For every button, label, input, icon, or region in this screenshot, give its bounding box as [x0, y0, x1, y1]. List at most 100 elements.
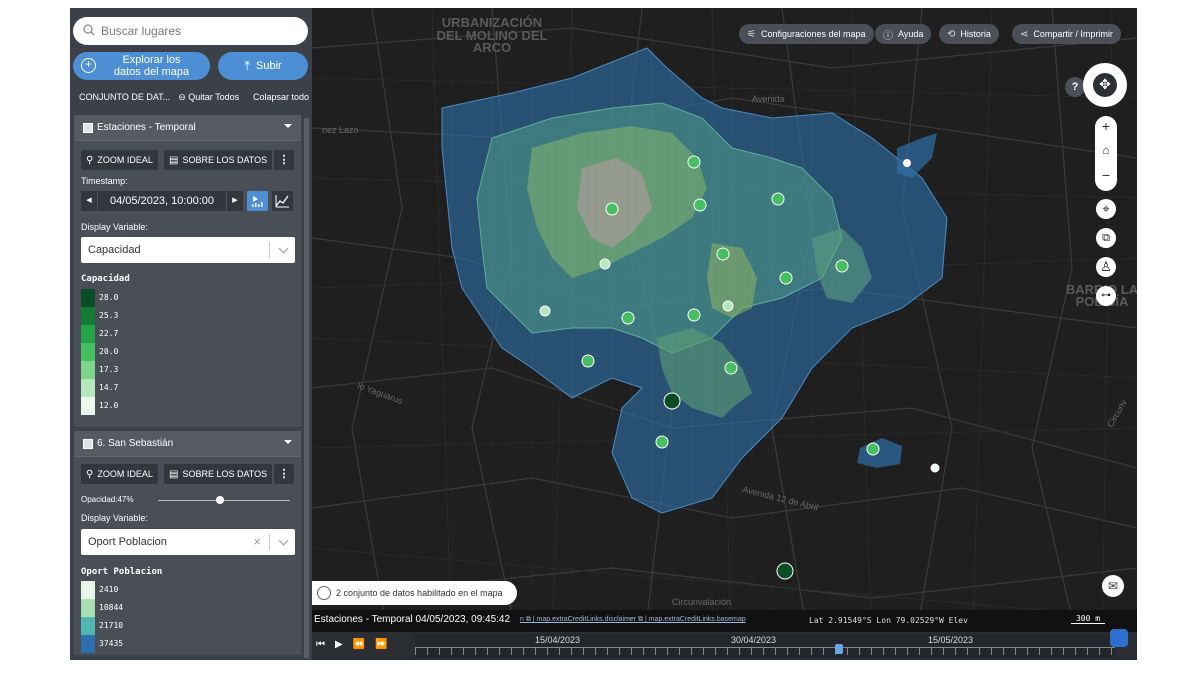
line-chart-button[interactable] — [272, 191, 293, 211]
timestamp-value[interactable]: 04/05/2023, 10:00:00 — [98, 191, 226, 211]
history-label: Historia — [960, 29, 991, 39]
map-settings-button[interactable]: ⚟ Configuraciones del mapa — [739, 24, 874, 44]
legend-item: 2410 — [81, 581, 141, 599]
station-point — [835, 259, 849, 273]
legend-label: 20.0 — [99, 347, 119, 356]
layers-icon — [317, 586, 331, 600]
home-icon[interactable]: ⌂ — [1095, 143, 1117, 157]
visibility-checkbox[interactable] — [83, 123, 93, 133]
legend-swatch — [81, 325, 95, 343]
search-icon — [83, 24, 95, 36]
legend-item: 22.7 — [81, 325, 141, 343]
history-button[interactable]: ⟲ Historia — [939, 24, 999, 44]
locate-icon[interactable]: ⌖ — [1096, 199, 1116, 219]
legend-swatch — [81, 635, 95, 653]
legend-swatch — [81, 307, 95, 325]
opacity-slider-track[interactable] — [158, 500, 290, 501]
station-point — [771, 192, 785, 206]
place-label: ARCO — [473, 40, 511, 55]
feedback-icon[interactable]: ✉ — [1102, 575, 1124, 597]
chevron-down-icon[interactable] — [284, 440, 292, 444]
display-variable-label: Display Variable: — [81, 222, 148, 232]
station-point — [581, 354, 595, 368]
share-print-button[interactable]: ⋖ Compartir / Imprimir — [1012, 24, 1121, 44]
explore-data-label: Explorar los datos del mapa — [113, 54, 190, 78]
pedestrian-icon[interactable]: ♙ — [1096, 257, 1116, 277]
zoom-in-button[interactable]: + — [1095, 118, 1117, 134]
zoom-out-button[interactable]: − — [1095, 167, 1117, 183]
chevron-down-icon — [278, 535, 289, 546]
share-print-label: Compartir / Imprimir — [1033, 29, 1113, 39]
chevron-down-icon — [278, 243, 289, 254]
previous-time-button[interactable]: ◀ — [81, 191, 97, 211]
legend-label: 22.7 — [99, 329, 119, 338]
station-point — [605, 202, 619, 216]
station-point — [779, 271, 793, 285]
next-time-button[interactable]: ▶ — [227, 191, 243, 211]
station-point — [724, 361, 738, 375]
about-data-button[interactable]: ▤ SOBRE LOS DATOS — [164, 150, 273, 170]
datasets-title: CONJUNTO DE DAT... — [79, 92, 171, 102]
play-icon[interactable]: ▶ — [335, 639, 343, 650]
share-icon: ⋖ — [1020, 28, 1029, 40]
display-variable-select[interactable]: Capacidad — [81, 237, 295, 263]
measure-icon[interactable]: ⊶ — [1096, 286, 1116, 306]
collapse-all-button[interactable]: Colapsar todo — [253, 92, 309, 103]
compass-control[interactable]: ✥ — [1083, 63, 1127, 107]
panel-header[interactable]: 6. San Sebastián — [74, 431, 301, 457]
explore-data-button[interactable]: + Explorar los datos del mapa — [73, 52, 210, 80]
about-data-button[interactable]: ▤ SOBRE LOS DATOS — [164, 464, 273, 484]
station-point — [621, 311, 635, 325]
panel-header[interactable]: Estaciones - Temporal — [74, 115, 301, 141]
sidebar-scrollbar[interactable] — [304, 118, 309, 658]
upload-label: Subir — [256, 60, 282, 72]
legend-item: 21710 — [81, 617, 141, 635]
legend-label: 37435 — [99, 639, 124, 648]
legend-label: 25.3 — [99, 311, 119, 320]
timeline-date: 15/04/2023 — [535, 635, 581, 645]
legend-swatch — [81, 343, 95, 361]
zoom-ideal-label: ZOOM IDEAL — [97, 469, 153, 479]
layers-toggle-icon[interactable] — [1110, 629, 1128, 647]
opacity-slider-handle[interactable] — [216, 496, 225, 504]
panel-title: Estaciones - Temporal — [97, 122, 196, 133]
station-point — [930, 463, 940, 473]
legend-label: 10844 — [99, 603, 124, 612]
street-label: Circunvalación — [672, 597, 731, 607]
legend-item: 10844 — [81, 599, 141, 617]
help-button[interactable]: ⓘ Ayuda — [875, 24, 932, 44]
zoom-ideal-button[interactable]: ⚲ ZOOM IDEAL — [81, 464, 158, 484]
help-icon[interactable]: ? — [1065, 77, 1085, 97]
zoom-ideal-button[interactable]: ⚲ ZOOM IDEAL — [81, 150, 158, 170]
legend-swatch — [81, 599, 95, 617]
upload-button[interactable]: ⤒ Subir — [218, 52, 308, 80]
visibility-checkbox[interactable] — [83, 439, 93, 449]
rewind-icon[interactable]: ⏪ — [353, 639, 365, 650]
remove-all-button[interactable]: ⊖ Quitar Todos — [178, 92, 239, 103]
legend-label: 17.3 — [99, 365, 119, 374]
street-label: Avenida — [752, 94, 784, 104]
select-divider — [269, 242, 270, 258]
more-options-icon[interactable]: ⋮ — [274, 150, 294, 170]
history-icon: ⟲ — [947, 28, 956, 40]
station-point — [599, 258, 611, 270]
credit-links[interactable]: n ⧉ | map.extraCreditLinks.disclaimer ⧉ … — [520, 616, 746, 624]
more-options-icon[interactable]: ⋮ — [274, 464, 294, 484]
search-input[interactable]: Buscar lugares — [73, 17, 308, 45]
display-variable-select[interactable]: Oport Poblacion × — [81, 529, 295, 555]
map-canvas[interactable]: URBANIZACIÓN DEL MOLINO DEL ARCO BARRIO … — [312, 8, 1137, 660]
fullscreen-icon[interactable]: ⧉ — [1096, 228, 1116, 248]
legend-label: 28.0 — [99, 293, 119, 302]
clear-icon[interactable]: × — [253, 534, 261, 549]
fast-forward-icon[interactable]: ⏩ — [375, 639, 387, 650]
legend-item: 28.0 — [81, 289, 141, 307]
chevron-down-icon[interactable] — [284, 124, 292, 128]
legend-label: 2410 — [99, 585, 119, 594]
skip-start-icon[interactable]: ⏮ — [316, 639, 325, 650]
timeline-cursor[interactable] — [835, 644, 843, 654]
timeline-track[interactable]: 15/04/2023 30/04/2023 15/05/2023 — [415, 634, 1115, 658]
station-point — [866, 442, 880, 456]
time-series-button[interactable] — [247, 191, 268, 211]
upload-icon: ⤒ — [244, 58, 251, 73]
street-label: nez Lazo — [322, 125, 359, 135]
